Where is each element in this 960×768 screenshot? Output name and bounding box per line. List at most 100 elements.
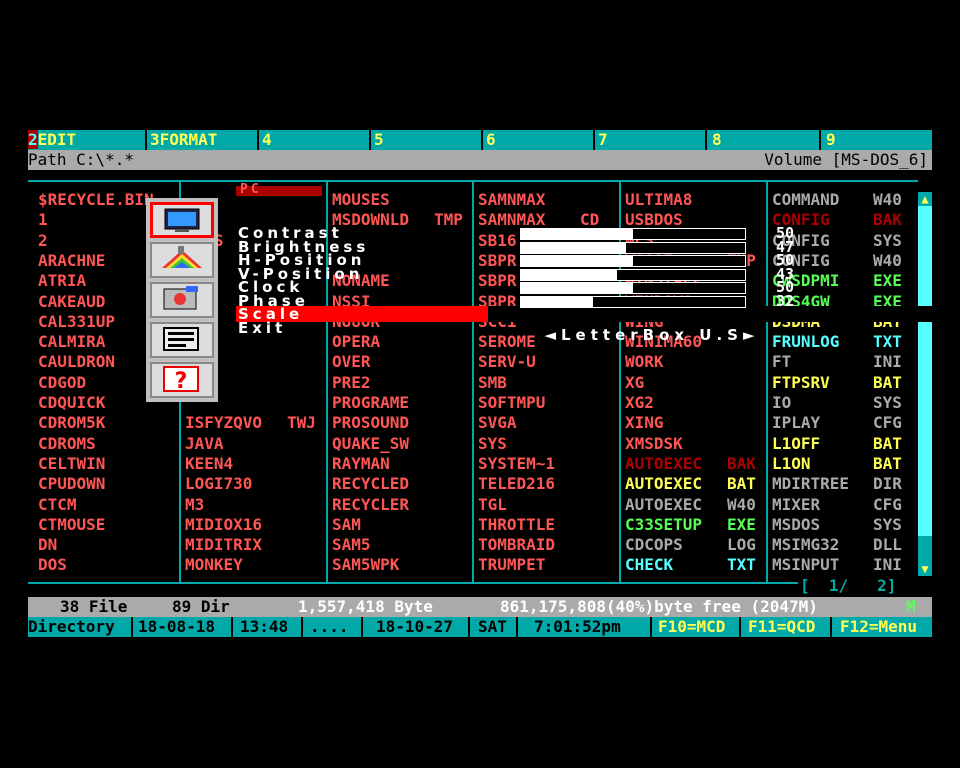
file-entry[interactable]: C33SETUP EXE [625, 515, 765, 535]
file-entry[interactable]: TGL [478, 495, 618, 515]
osd-slider-brightness[interactable] [520, 241, 746, 254]
osd-slider-contrast[interactable] [520, 228, 746, 240]
osd-scale-value[interactable]: ◄LetterBox U.S► [524, 308, 760, 344]
file-entry[interactable]: SAM5 [332, 535, 472, 555]
file-entry[interactable]: RECYCLED [332, 474, 472, 494]
file-entry[interactable]: PROGRAME [332, 393, 472, 413]
file-name: PROSOUND [332, 413, 410, 433]
file-entry[interactable]: CDROM5K [38, 413, 178, 433]
osd-slider-phase[interactable] [520, 295, 746, 308]
file-entry[interactable]: DOS [38, 555, 178, 575]
file-entry[interactable]: CTCM [38, 495, 178, 515]
fkey-2-edit[interactable]: 2EDIT [28, 130, 76, 150]
current-day: SAT [478, 617, 507, 636]
file-entry[interactable]: TOMBRAID [478, 535, 618, 555]
file-entry[interactable]: XG2 [625, 393, 765, 413]
file-entry[interactable]: FT INI [772, 352, 912, 372]
osd-slider-h-position[interactable] [520, 255, 746, 267]
file-extension: CFG [873, 413, 902, 433]
panel-scrollbar[interactable]: ▲ ▼ [918, 192, 932, 576]
file-entry[interactable]: SYS [478, 434, 618, 454]
file-entry[interactable]: FTPSRV BAT [772, 373, 912, 393]
fkey-8[interactable]: 8 [712, 130, 722, 150]
file-entry[interactable]: AUTOEXEC W40 [625, 495, 765, 515]
file-entry[interactable]: RECYCLER [332, 495, 472, 515]
file-entry[interactable]: PRE2 [332, 373, 472, 393]
osd-settings-icon[interactable] [150, 282, 214, 318]
file-entry[interactable]: LOGI730 [185, 474, 325, 494]
file-entry[interactable]: MIXER CFG [772, 495, 912, 515]
file-entry[interactable]: MDIRTREE DIR [772, 474, 912, 494]
file-entry[interactable]: CTMOUSE [38, 515, 178, 535]
file-entry[interactable]: WORK [625, 352, 765, 372]
file-entry[interactable]: THROTTLE [478, 515, 618, 535]
file-entry[interactable]: CDROMS [38, 434, 178, 454]
file-entry[interactable]: L1ON BAT [772, 454, 912, 474]
osd-scale-right-arrow-icon[interactable]: ► [743, 326, 760, 344]
file-entry[interactable]: MSDOWNLD TMP [332, 210, 472, 230]
fkey-9[interactable]: 9 [826, 130, 836, 150]
file-entry[interactable]: ULTIMA8 [625, 190, 765, 210]
file-entry[interactable]: MIDIOX16 [185, 515, 325, 535]
file-entry[interactable]: CPUDOWN [38, 474, 178, 494]
file-entry[interactable]: RAYMAN [332, 454, 472, 474]
file-entry[interactable]: CHECK TXT [625, 555, 765, 575]
file-entry[interactable]: FRUNLOG TXT [772, 332, 912, 352]
file-entry[interactable]: QUAKE_SW [332, 434, 472, 454]
osd-color-icon[interactable] [150, 242, 214, 278]
file-entry[interactable]: CDCOPS LOG [625, 535, 765, 555]
file-entry[interactable]: MSIMG32 DLL [772, 535, 912, 555]
file-entry[interactable]: XG [625, 373, 765, 393]
file-entry[interactable]: DN [38, 535, 178, 555]
scroll-up-arrow-icon[interactable]: ▲ [918, 192, 932, 206]
file-entry[interactable]: MIDITRIX [185, 535, 325, 555]
file-entry[interactable]: MONKEY [185, 555, 325, 575]
osd-scale-left-arrow-icon[interactable]: ◄ [544, 326, 561, 344]
file-entry[interactable]: SERV-U [478, 352, 618, 372]
file-entry[interactable]: XMSDSK [625, 434, 765, 454]
file-entry[interactable]: KEEN4 [185, 454, 325, 474]
f12-menu-button[interactable]: F12=Menu [840, 617, 917, 637]
osd-information-icon[interactable] [150, 322, 214, 358]
file-entry[interactable]: OVER [332, 352, 472, 372]
file-entry[interactable]: IO SYS [772, 393, 912, 413]
file-entry[interactable]: MOUSES [332, 190, 472, 210]
file-entry[interactable]: SOFTMPU [478, 393, 618, 413]
file-entry[interactable]: CELTWIN [38, 454, 178, 474]
fkey-6[interactable]: 6 [486, 130, 496, 150]
file-entry[interactable]: TELED216 [478, 474, 618, 494]
f11-qcd-button[interactable]: F11=QCD [748, 617, 815, 637]
file-entry[interactable]: MSINPUT INI [772, 555, 912, 575]
fkey-7[interactable]: 7 [598, 130, 608, 150]
scroll-down-arrow-icon[interactable]: ▼ [918, 562, 932, 576]
scroll-thumb[interactable] [918, 206, 932, 536]
file-entry[interactable]: SVGA [478, 413, 618, 433]
file-entry[interactable]: TRUMPET [478, 555, 618, 575]
file-entry[interactable]: COMMAND W40 [772, 190, 912, 210]
fkey-5[interactable]: 5 [374, 130, 384, 150]
file-entry[interactable]: PROSOUND [332, 413, 472, 433]
osd-slider-clock[interactable] [520, 282, 746, 294]
fkey-4[interactable]: 4 [262, 130, 272, 150]
file-entry[interactable]: M3 [185, 495, 325, 515]
file-entry[interactable]: SAMNMAX [478, 190, 618, 210]
file-entry[interactable]: ISFYZQVO TWJ [185, 413, 325, 433]
file-entry[interactable]: AUTOEXEC BAK [625, 454, 765, 474]
osd-item-exit[interactable]: Exit [238, 320, 286, 335]
file-entry[interactable]: SAM5WPK [332, 555, 472, 575]
osd-picture-icon[interactable] [150, 202, 214, 238]
file-entry[interactable]: SYSTEM~1 [478, 454, 618, 474]
osd-help-icon[interactable]: ? [150, 362, 214, 398]
file-entry[interactable]: MSDOS SYS [772, 515, 912, 535]
file-entry[interactable]: L1OFF BAT [772, 434, 912, 454]
osd-slider-v-position[interactable] [520, 268, 746, 281]
f10-mcd-button[interactable]: F10=MCD [658, 617, 725, 637]
file-entry[interactable]: SMB [478, 373, 618, 393]
file-entry[interactable]: IPLAY CFG [772, 413, 912, 433]
file-entry[interactable]: SAM [332, 515, 472, 535]
file-entry[interactable]: OPERA [332, 332, 472, 352]
file-entry[interactable]: JAVA [185, 434, 325, 454]
fkey-3-format[interactable]: 3FORMAT [150, 130, 217, 150]
file-entry[interactable]: AUTOEXEC BAT [625, 474, 765, 494]
file-entry[interactable]: XING [625, 413, 765, 433]
